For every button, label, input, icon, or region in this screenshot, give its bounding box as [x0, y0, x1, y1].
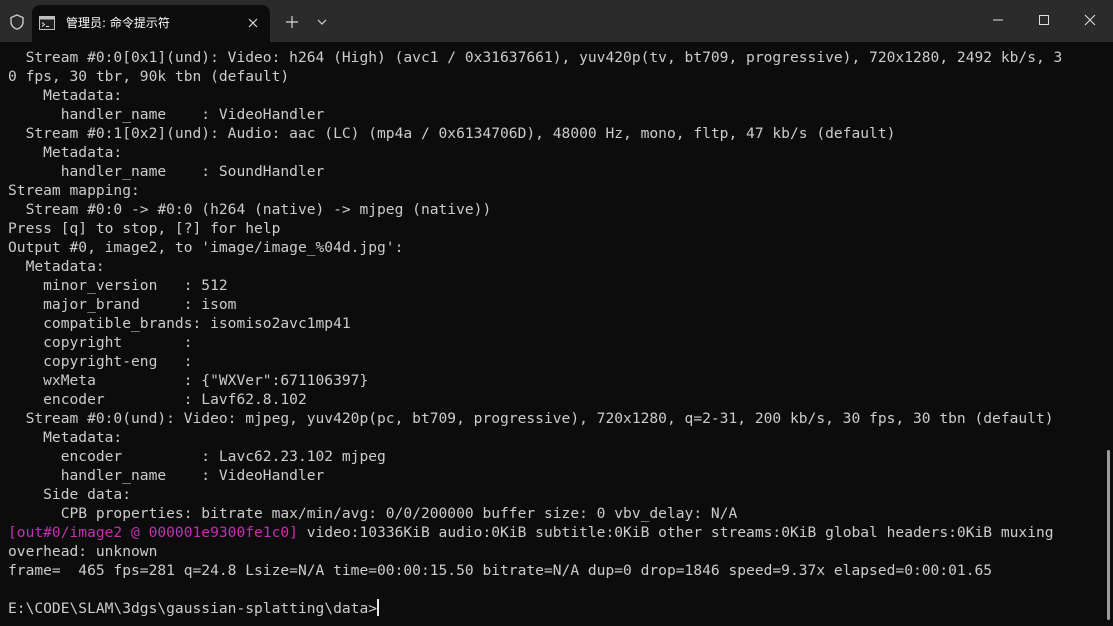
command-prompt-icon — [39, 16, 55, 30]
console-line: Press [q] to stop, [?] for help — [8, 220, 281, 237]
maximize-icon — [1039, 15, 1049, 25]
console-line: overhead: unknown — [8, 543, 158, 560]
console-line: Stream mapping: — [8, 182, 140, 199]
console-line: Output #0, image2, to 'image/image_%04d.… — [8, 239, 404, 256]
tab-title: 管理员: 命令提示符 — [66, 16, 170, 30]
console-line: compatible_brands: isomiso2avc1mp41 — [8, 315, 351, 332]
close-window-button[interactable] — [1067, 0, 1113, 40]
console-line: Stream #0:0 -> #0:0 (h264 (native) -> mj… — [8, 201, 492, 218]
console-output[interactable]: Stream #0:0[0x1](und): Video: h264 (High… — [8, 48, 1098, 626]
terminal-window: 管理员: 命令提示符 Stream #0:0[0x1](und): Video:… — [0, 0, 1113, 626]
minimize-button[interactable] — [975, 0, 1021, 40]
tab-dropdown-button[interactable] — [312, 12, 332, 32]
console-line: copyright-eng : — [8, 353, 193, 370]
console-line: encoder : Lavf62.8.102 — [8, 391, 307, 408]
output-summary-line: [out#0/image2 @ 000001e9300fe1c0] video:… — [8, 523, 1098, 542]
prompt-text: E:\CODE\SLAM\3dgs\gaussian-splatting\dat… — [8, 600, 378, 617]
new-tab-button[interactable] — [282, 12, 302, 32]
console-line: Side data: — [8, 486, 132, 503]
console-line: Metadata: — [8, 258, 105, 275]
minimize-icon — [993, 19, 1003, 21]
scrollbar[interactable] — [1107, 450, 1110, 620]
console-line: major_brand : isom — [8, 296, 237, 313]
console-line: copyright : — [8, 334, 193, 351]
title-bar[interactable]: 管理员: 命令提示符 — [0, 0, 1113, 42]
progress-line: frame= 465 fps=281 q=24.8 Lsize=N/A time… — [8, 562, 993, 579]
text-cursor — [377, 599, 379, 616]
console-line: handler_name : SoundHandler — [8, 163, 325, 180]
console-line: Metadata: — [8, 144, 123, 161]
plus-icon — [286, 16, 298, 28]
console-line: handler_name : VideoHandler — [8, 467, 325, 484]
maximize-button[interactable] — [1021, 0, 1067, 40]
console-line: Stream #0:0(und): Video: mjpeg, yuv420p(… — [8, 410, 1054, 427]
close-icon — [1084, 14, 1096, 26]
console-line: handler_name : VideoHandler — [8, 106, 325, 123]
console-line: Stream #0:1[0x2](und): Audio: aac (LC) (… — [8, 125, 896, 142]
console-line: 0 fps, 30 tbr, 90k tbn (default) — [8, 68, 290, 85]
close-icon[interactable] — [244, 14, 262, 32]
console-line: Stream #0:0[0x1](und): Video: h264 (High… — [8, 49, 1063, 66]
output-summary-text: video:10336KiB audio:0KiB subtitle:0KiB … — [297, 524, 1054, 541]
shield-icon — [8, 13, 26, 31]
console-line: minor_version : 512 — [8, 277, 228, 294]
console-line: Metadata: — [8, 87, 123, 104]
output-tag: [out#0/image2 @ 000001e9300fe1c0] — [8, 524, 298, 541]
console-line: CPB properties: bitrate max/min/avg: 0/0… — [8, 505, 738, 522]
console-line: encoder : Lavc62.23.102 mjpeg — [8, 448, 386, 465]
tab-command-prompt[interactable]: 管理员: 命令提示符 — [32, 5, 270, 42]
prompt-line[interactable]: E:\CODE\SLAM\3dgs\gaussian-splatting\dat… — [8, 599, 1098, 618]
chevron-down-icon — [317, 19, 327, 25]
console-line: wxMeta : {"WXVer":671106397} — [8, 372, 369, 389]
console-line: Metadata: — [8, 429, 123, 446]
